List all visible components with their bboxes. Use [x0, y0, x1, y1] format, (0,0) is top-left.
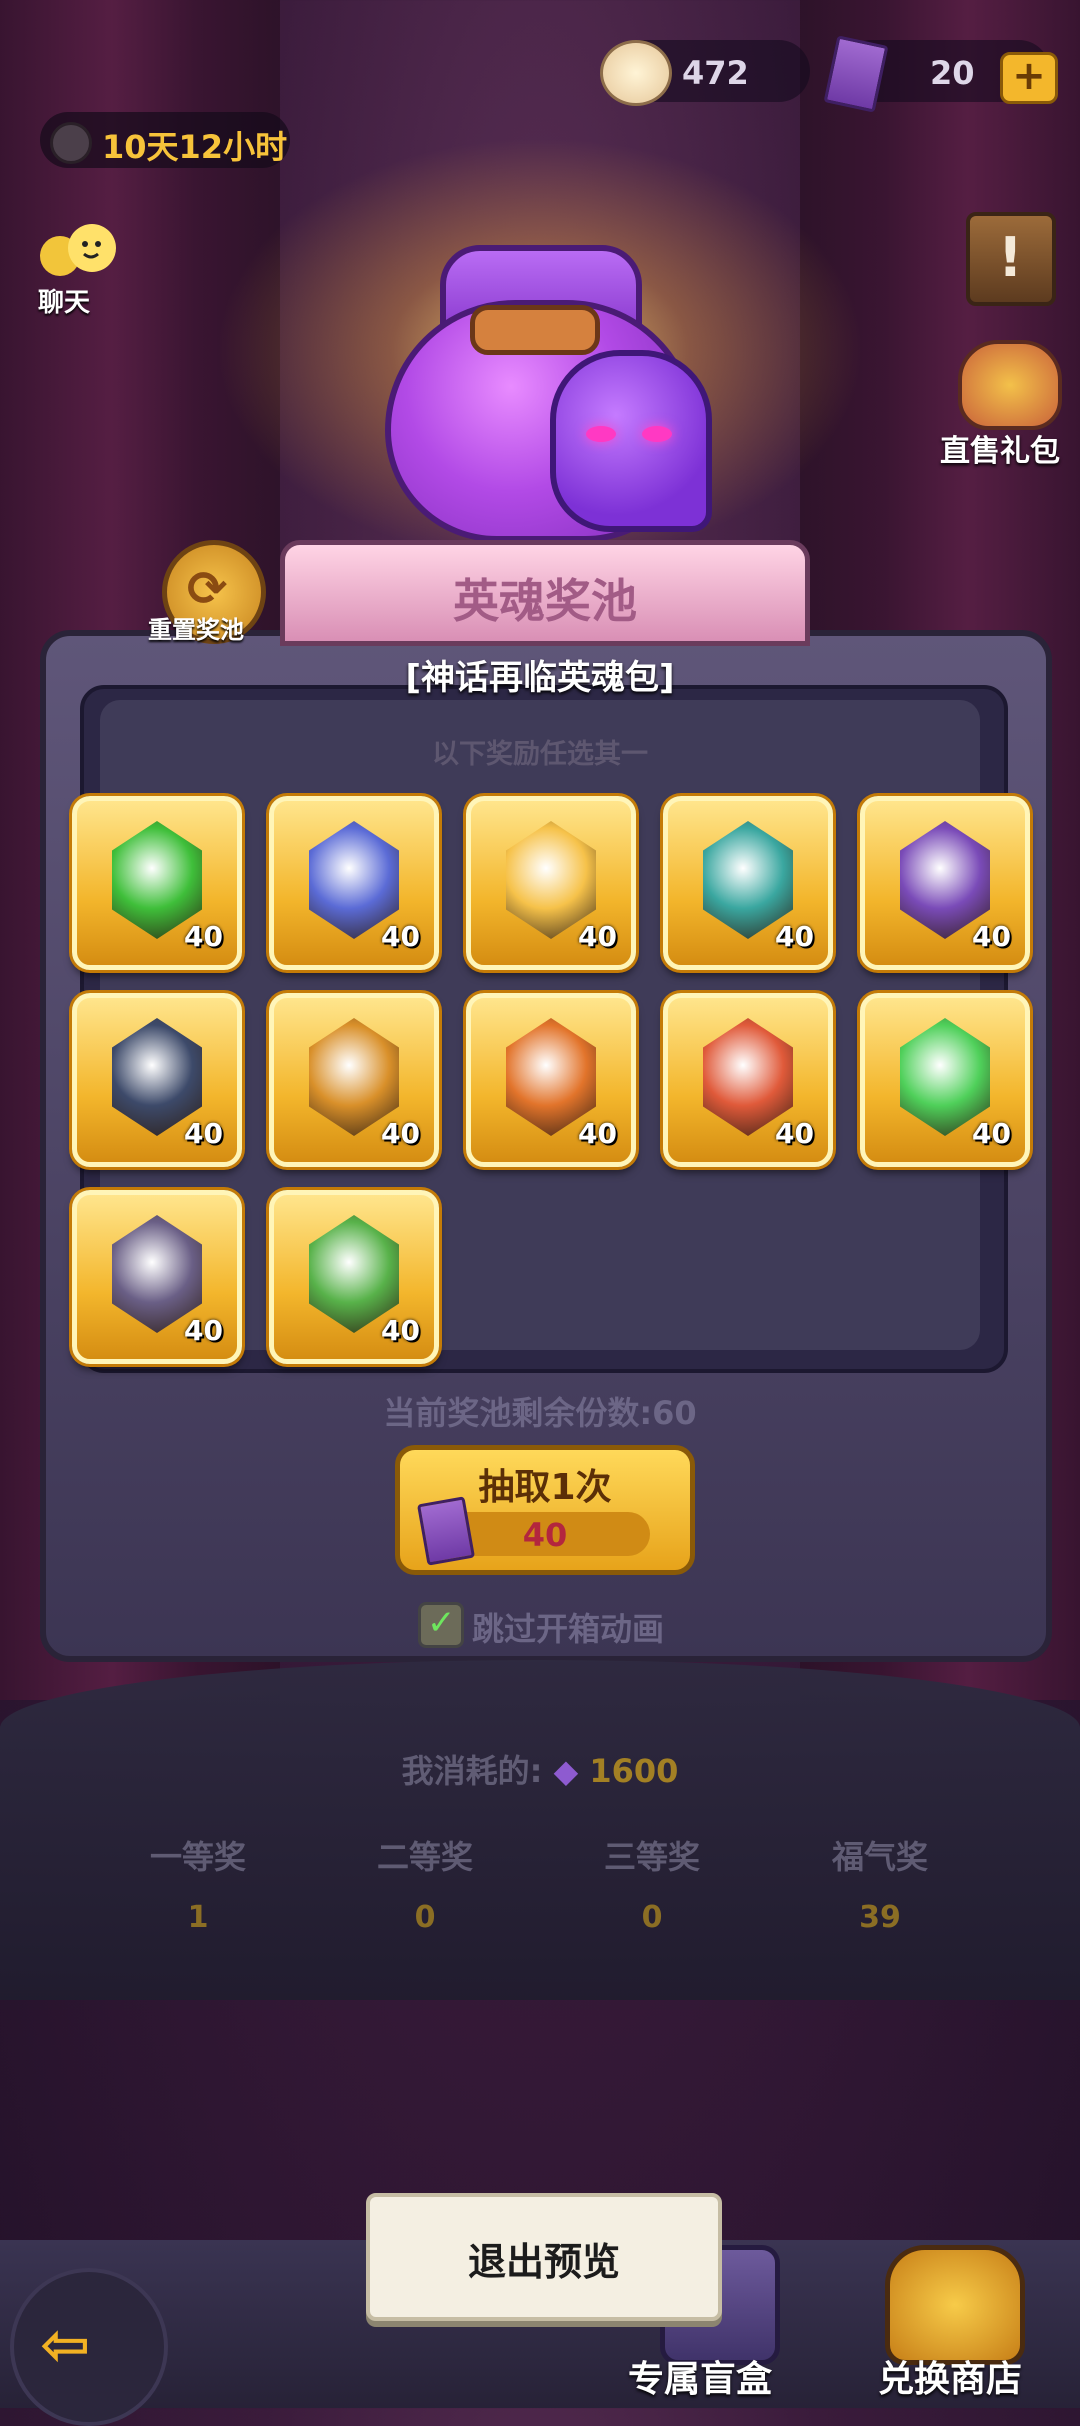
stat-title: 三等奖	[603, 1838, 700, 1876]
stat-second-prize: 二等奖 0	[325, 1832, 525, 1935]
stat-value: 39	[859, 1900, 901, 1935]
back-arrow-icon: ⇦	[40, 2310, 91, 2380]
exit-preview-button[interactable]: 退出预览	[366, 2193, 722, 2321]
stat-title: 二等奖	[376, 1838, 473, 1876]
gift-bag-icon[interactable]	[958, 340, 1062, 430]
stat-title: 一等奖	[149, 1838, 246, 1876]
chat-label: 聊天	[38, 288, 91, 318]
shell-icon	[600, 40, 672, 106]
reset-pool-label: 重置奖池	[148, 616, 244, 644]
reward-item[interactable]: 40	[663, 993, 833, 1167]
stat-value: 0	[641, 1900, 663, 1935]
blind-box-tab-label[interactable]: 专属盲盒	[628, 2350, 772, 2402]
reward-count: 40	[578, 920, 617, 953]
exit-preview-label: 退出预览	[467, 2240, 620, 2284]
consumed-label: 我消耗的:	[401, 1752, 543, 1790]
reward-count: 40	[972, 920, 1011, 953]
stat-value: 0	[414, 1900, 436, 1935]
popup-subtitle: 以下奖励任选其一	[432, 739, 648, 770]
reward-count: 40	[775, 1117, 814, 1150]
reward-item[interactable]: 40	[72, 1190, 242, 1364]
reward-item[interactable]: 40	[72, 796, 242, 970]
skip-animation-label: 跳过开箱动画	[472, 1610, 665, 1648]
reward-item[interactable]: 40	[269, 796, 439, 970]
reward-item[interactable]: 40	[663, 796, 833, 970]
reward-count: 40	[578, 1117, 617, 1150]
consumed-value: 1600	[589, 1752, 679, 1790]
check-icon: ✓	[427, 1603, 456, 1643]
popup-title: [神话再临英魂包]	[405, 658, 675, 698]
reward-count: 40	[775, 920, 814, 953]
stat-third-prize: 三等奖 0	[552, 1832, 752, 1935]
exchange-shop-tab-label[interactable]: 兑换商店	[878, 2350, 1022, 2402]
stat-title: 福气奖	[831, 1838, 928, 1876]
remaining-count: 当前奖池剩余份数:60	[383, 1394, 697, 1432]
reward-count: 40	[184, 920, 223, 953]
stat-first-prize: 一等奖 1	[98, 1832, 298, 1935]
reward-count: 40	[381, 1117, 420, 1150]
reward-item[interactable]: 40	[269, 1190, 439, 1364]
reward-item[interactable]: 40	[860, 796, 1030, 970]
consumed-summary: 我消耗的: ◆ 1600	[0, 1746, 1080, 1792]
ghost-spirit-icon	[550, 350, 712, 532]
reward-item[interactable]: 40	[72, 993, 242, 1167]
reward-item[interactable]: 40	[466, 993, 636, 1167]
stat-value: 1	[187, 1900, 209, 1935]
reward-count: 40	[972, 1117, 1011, 1150]
gift-pack-label: 直售礼包	[940, 434, 1060, 469]
shell-count: 472	[682, 54, 749, 92]
reward-count: 40	[184, 1117, 223, 1150]
soul-bag-tie	[470, 305, 600, 355]
reward-count: 40	[184, 1314, 223, 1347]
skip-animation-checkbox[interactable]: ✓	[418, 1602, 464, 1648]
stat-luck-prize: 福气奖 39	[780, 1832, 980, 1935]
notice-board-icon[interactable]: !	[966, 212, 1056, 306]
add-ticket-button[interactable]: +	[1000, 52, 1058, 104]
pool-title: 英魂奖池	[453, 574, 637, 628]
reward-count: 40	[381, 920, 420, 953]
reward-item[interactable]: 40	[466, 796, 636, 970]
reward-count: 40	[381, 1314, 420, 1347]
stats-stage	[0, 1660, 1080, 2000]
chat-icon[interactable]	[30, 218, 130, 288]
exchange-shop-icon[interactable]	[885, 2245, 1025, 2365]
reward-item[interactable]: 40	[269, 993, 439, 1167]
ticket-count: 20	[930, 54, 975, 92]
ticket-small-icon: ◆	[553, 1752, 590, 1790]
refresh-icon: ⟳	[187, 561, 228, 617]
pool-title-plate: 英魂奖池	[280, 540, 810, 646]
reward-item[interactable]: 40	[860, 993, 1030, 1167]
clock-icon	[50, 122, 92, 164]
